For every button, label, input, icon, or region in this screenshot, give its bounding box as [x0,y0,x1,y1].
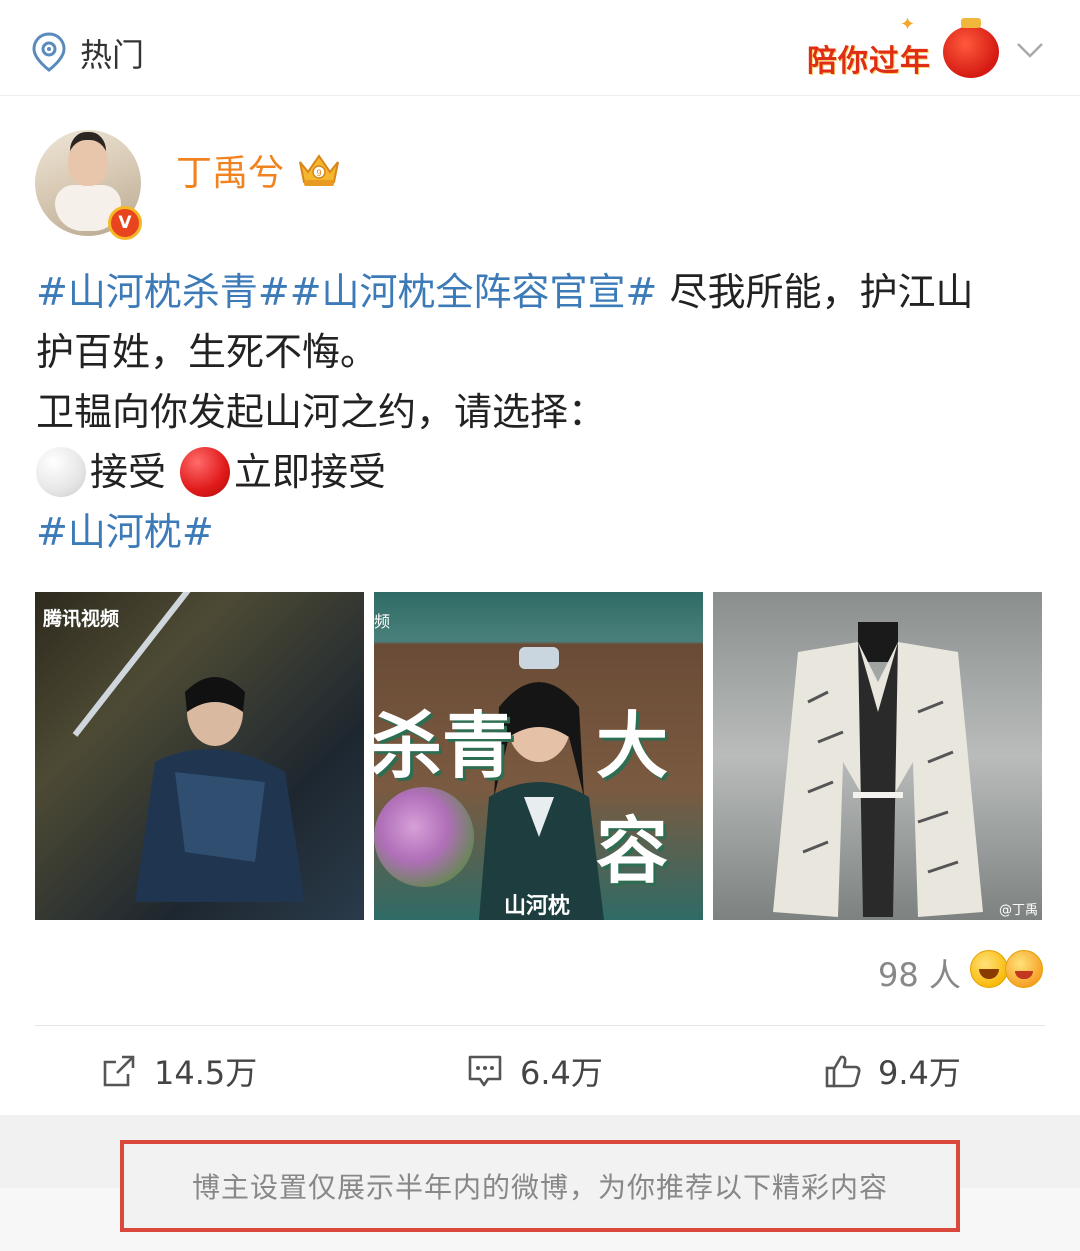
repost-icon [103,1055,135,1087]
avatar-face [68,140,108,186]
option-accept: 接受 [90,450,167,494]
jacket-figure [773,622,983,917]
sparkle-icon: ✦ [900,14,916,35]
image-watermark: @丁禹 [998,903,1038,918]
post-line-5: #山河枕# [36,502,1046,562]
lantern-icon [943,18,999,78]
warrior-figure [135,677,305,902]
divider [35,1025,1045,1026]
post-image-1[interactable]: 腾讯视频 [35,592,364,920]
like-button[interactable]: 9.4万 [824,1043,961,1099]
festival-badge[interactable]: ✦ 陪你过年 [805,14,1005,84]
red-circle-icon [180,447,231,497]
post-image-3[interactable]: @丁禹 [713,592,1042,920]
comment-button[interactable]: 6.4万 [466,1043,603,1099]
location-pin-icon [32,32,66,72]
flower-bouquet [374,787,474,887]
post-content: #山河枕杀青##山河枕全阵容官宣# 尽我所能，护江山 护百姓，生死不悔。 卫韫向… [36,262,1046,562]
laughing-emoji-icon [1005,950,1043,988]
overlay-text-right: 大容 [596,704,669,893]
repost-button[interactable]: 14.5万 [100,1043,257,1099]
hot-tab-label[interactable]: 热门 [80,30,144,76]
option-accept-now: 立即接受 [234,450,387,494]
notice-highlight-box: 博主设置仅展示半年内的微博，为你推荐以下精彩内容 [120,1140,960,1232]
weibo-post-page: 热门 ✦ 陪你过年 V 丁禹兮 9 #山河枕杀青##山河枕全阵容官宣# 尽我所能… [0,0,1080,1251]
notice-text: 博主设置仅展示半年内的微博，为你推荐以下精彩内容 [191,1171,888,1204]
festival-badge-text: 陪你过年 [807,44,931,79]
verified-badge-icon: V [108,206,142,240]
reactions-count[interactable]: 98 人 [878,950,961,996]
image-corner-text: 频 [374,612,391,631]
hot-topbar: 热门 ✦ 陪你过年 [0,0,1080,96]
post-line-4: 接受 立即接受 [36,442,1046,502]
comment-icon [468,1055,502,1087]
overlay-text-left: 杀青 [374,704,515,788]
chevron-down-icon[interactable] [1015,35,1045,65]
post-line-1: #山河枕杀青##山河枕全阵容官宣# 尽我所能，护江山 [36,262,1046,322]
topic-link[interactable]: #山河枕# [36,510,214,554]
post-image-2[interactable]: 频 杀青 大容 山河枕 [374,592,703,920]
repost-count: 14.5万 [154,1054,258,1092]
topic-link[interactable]: #山河枕全阵容官宣# [290,270,658,314]
post-line-2: 护百姓，生死不悔。 [36,330,379,374]
svg-text:9: 9 [316,168,321,178]
like-count: 9.4万 [878,1054,961,1092]
thumbs-up-icon [825,1055,861,1088]
image-watermark: 腾讯视频 [43,608,120,630]
author-name[interactable]: 丁禹兮 [176,144,284,196]
post-text-segment: 尽我所能，护江山 [657,270,974,314]
comment-count: 6.4万 [520,1054,603,1092]
show-logo: 山河枕 [504,894,571,919]
grinning-emoji-icon [970,950,1008,988]
post-line-3: 卫韫向你发起山河之约，请选择： [36,390,607,434]
crown-icon[interactable]: 9 [296,148,342,188]
white-circle-icon [36,447,86,497]
topic-link[interactable]: #山河枕杀青# [36,270,290,314]
